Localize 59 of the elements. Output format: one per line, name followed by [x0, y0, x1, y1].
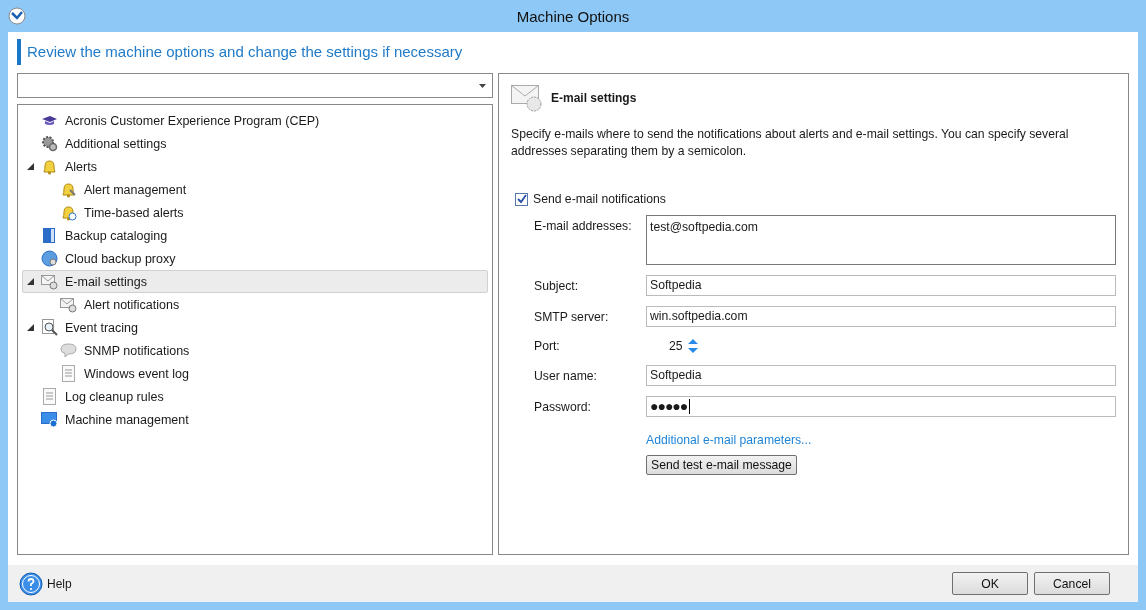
- panel-title: E-mail settings: [551, 91, 637, 105]
- globe-icon: [41, 250, 58, 267]
- expander-icon[interactable]: [27, 278, 34, 285]
- text-field[interactable]: win.softpedia.com: [646, 306, 1116, 327]
- tree-item[interactable]: Alert management: [22, 178, 488, 201]
- speech-bubble-icon: [60, 342, 77, 359]
- magnifier-icon: [41, 319, 58, 336]
- book-icon: [41, 227, 58, 244]
- field-label: E-mail addresses:: [534, 218, 633, 233]
- send-test-button[interactable]: Send test e-mail message: [646, 455, 797, 475]
- window-title: Machine Options: [516, 7, 630, 25]
- send-notifications-checkbox[interactable]: Send e-mail notifications: [515, 192, 1116, 206]
- tree-item[interactable]: Event tracing: [22, 316, 488, 339]
- panel-description: Specify e-mails where to send the notifications about alerts and e-mail settings. You can specify several addresses separating them by a semicolon.: [511, 126, 1070, 160]
- tree-item[interactable]: Additional settings: [22, 132, 488, 155]
- spinner-arrows-icon[interactable]: [687, 338, 698, 354]
- text-field[interactable]: Softpedia: [646, 365, 1116, 386]
- tree-item[interactable]: Machine management: [22, 408, 488, 431]
- field-label: Password:: [534, 399, 592, 414]
- tree-item[interactable]: Backup cataloging: [22, 224, 488, 247]
- bell-clock-icon: [60, 204, 77, 221]
- bell-wrench-icon: [60, 181, 77, 198]
- email-addresses-field[interactable]: test@softpedia.com: [646, 215, 1116, 265]
- field-label: User name:: [534, 368, 598, 383]
- field-label: Subject:: [534, 278, 580, 293]
- field-label: SMTP server:: [534, 309, 610, 324]
- tree-item[interactable]: Windows event log: [22, 362, 488, 385]
- dialog-button[interactable]: OK: [952, 572, 1028, 595]
- field-label: Port:: [534, 339, 561, 353]
- tree-item[interactable]: Time-based alerts: [22, 201, 488, 224]
- envelope-gear-icon: [511, 83, 545, 113]
- app-logo-icon: [8, 7, 26, 25]
- envelope-gear-icon: [60, 296, 77, 313]
- expander-icon[interactable]: [27, 324, 34, 331]
- tree-item[interactable]: Log cleanup rules: [22, 385, 488, 408]
- dialog-button[interactable]: Cancel: [1034, 572, 1110, 595]
- tree-item[interactable]: SNMP notifications: [22, 339, 488, 362]
- port-field[interactable]: 25: [669, 339, 683, 353]
- monitor-icon: [41, 411, 58, 428]
- tree-item[interactable]: Alert notifications: [22, 293, 488, 316]
- gears-icon: [41, 135, 58, 152]
- help-icon[interactable]: [19, 571, 43, 596]
- text-field[interactable]: Softpedia: [646, 275, 1116, 296]
- document-list-icon: [60, 365, 77, 382]
- tree-item[interactable]: Alerts: [22, 155, 488, 178]
- password-field[interactable]: ●●●●●: [646, 396, 1116, 417]
- tree-item[interactable]: E-mail settings: [22, 270, 488, 293]
- page-heading: Review the machine options and change the settings if necessary: [17, 39, 1129, 65]
- tree-item[interactable]: Acronis Customer Experience Program (CEP): [22, 109, 488, 132]
- bell-icon: [41, 158, 58, 175]
- additional-parameters-link[interactable]: Additional e-mail parameters...: [646, 433, 812, 447]
- envelope-gear-icon: [41, 273, 58, 290]
- help-link[interactable]: Help: [47, 576, 72, 591]
- tree-item[interactable]: Cloud backup proxy: [22, 247, 488, 270]
- filter-dropdown[interactable]: [17, 73, 493, 98]
- caret-icon: [479, 83, 486, 88]
- expander-icon[interactable]: [27, 163, 34, 170]
- checkbox[interactable]: [515, 192, 528, 206]
- document-list-icon: [41, 388, 58, 405]
